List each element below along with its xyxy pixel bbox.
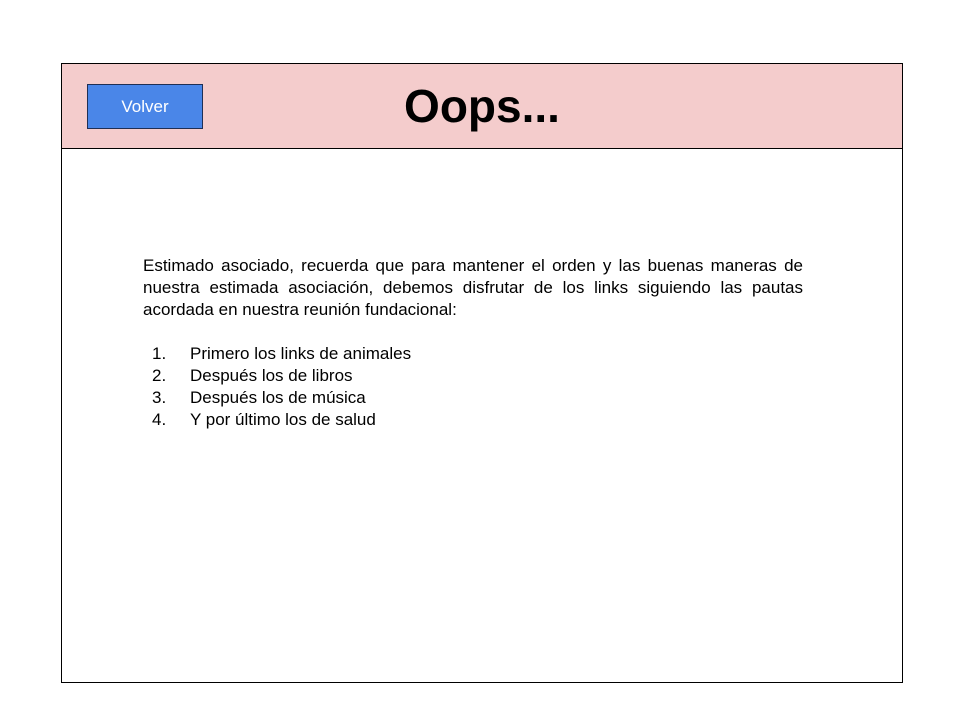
page-title: Oops... [404, 80, 560, 132]
list-item-text: Primero los links de animales [190, 344, 412, 363]
intro-paragraph: Estimado asociado, recuerda que para man… [143, 256, 803, 319]
list-item: 2. Después los de libros [143, 365, 803, 387]
list-item: 1. Primero los links de animales [143, 343, 803, 365]
list-item-number: 3. [152, 388, 167, 407]
list-item: 3. Después los de música [143, 387, 803, 409]
list-item-number: 1. [152, 344, 167, 363]
header-bar: Volver Oops... [62, 64, 902, 149]
list-item-text: Después los de música [190, 388, 366, 407]
list-item-text: Y por último los de salud [190, 410, 376, 429]
rules-list: 1. Primero los links de animales 2. Desp… [143, 343, 803, 431]
list-item-number: 4. [152, 410, 167, 429]
list-item: 4. Y por último los de salud [143, 409, 803, 431]
page-frame: Volver Oops... Estimado asociado, recuer… [61, 63, 903, 683]
message-body: Estimado asociado, recuerda que para man… [143, 255, 803, 431]
list-item-number: 2. [152, 366, 167, 385]
list-item-text: Después los de libros [190, 366, 353, 385]
